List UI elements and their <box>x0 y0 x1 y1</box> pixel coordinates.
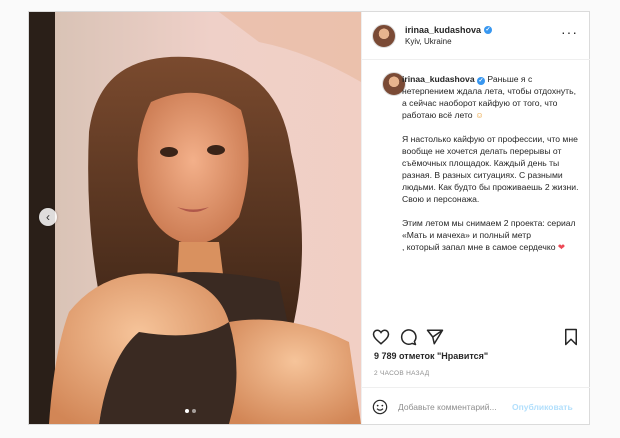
caption-username[interactable]: irinaa_kudashova <box>402 74 475 84</box>
username-link[interactable]: irinaa_kudashova <box>405 24 481 36</box>
publish-comment-button[interactable]: Опубликовать <box>512 402 573 412</box>
post-card: ‹ irinaa_kudashova ✓ Kyiv, Ukraine ··· i… <box>28 11 590 425</box>
caption-area: irinaa_kudashova ✓ Раньше я с нетерпение… <box>362 60 590 320</box>
caption-paragraph-4: , который запал мне в самое сердечко <box>402 242 556 252</box>
comment-icon[interactable] <box>399 328 417 346</box>
red-heart-emoji-icon: ❤ <box>557 242 566 252</box>
verified-badge-icon: ✓ <box>477 77 485 85</box>
carousel-dot <box>185 409 189 413</box>
caption-paragraph-2: Я настолько кайфую от профессии, что мне… <box>402 134 579 204</box>
carousel-dot <box>192 409 196 413</box>
post-timestamp[interactable]: 2 ЧАСОВ НАЗАД <box>374 370 429 377</box>
more-options-icon[interactable]: ··· <box>561 24 578 40</box>
comment-form: Опубликовать <box>362 387 590 425</box>
share-icon[interactable] <box>426 328 444 346</box>
post-header: irinaa_kudashova ✓ Kyiv, Ukraine ··· <box>362 12 590 60</box>
location-link[interactable]: Kyiv, Ukraine <box>405 36 492 48</box>
emoji-icon[interactable] <box>372 399 388 415</box>
like-heart-icon[interactable] <box>372 328 390 346</box>
bookmark-icon[interactable] <box>562 328 580 346</box>
carousel-indicator <box>185 409 196 413</box>
chevron-left-icon: ‹ <box>46 210 50 224</box>
carousel-prev-button[interactable]: ‹ <box>39 208 57 226</box>
caption-paragraph-3: Этим летом мы снимаем 2 проекта: сериал … <box>402 218 576 240</box>
post-actions <box>362 322 590 352</box>
verified-badge-icon: ✓ <box>484 25 493 34</box>
username-row: irinaa_kudashova ✓ <box>405 24 493 36</box>
portrait-image <box>29 12 361 424</box>
post-caption: irinaa_kudashova ✓ Раньше я с нетерпение… <box>402 73 580 253</box>
post-photo[interactable]: ‹ <box>29 12 361 424</box>
post-sidebar: irinaa_kudashova ✓ Kyiv, Ukraine ··· iri… <box>361 12 590 424</box>
comment-input[interactable] <box>398 401 510 412</box>
avatar[interactable] <box>372 23 396 48</box>
likes-count[interactable]: 9 789 отметок "Нравится" <box>374 351 488 361</box>
smiling-face-emoji-icon: ☺ <box>474 110 484 120</box>
